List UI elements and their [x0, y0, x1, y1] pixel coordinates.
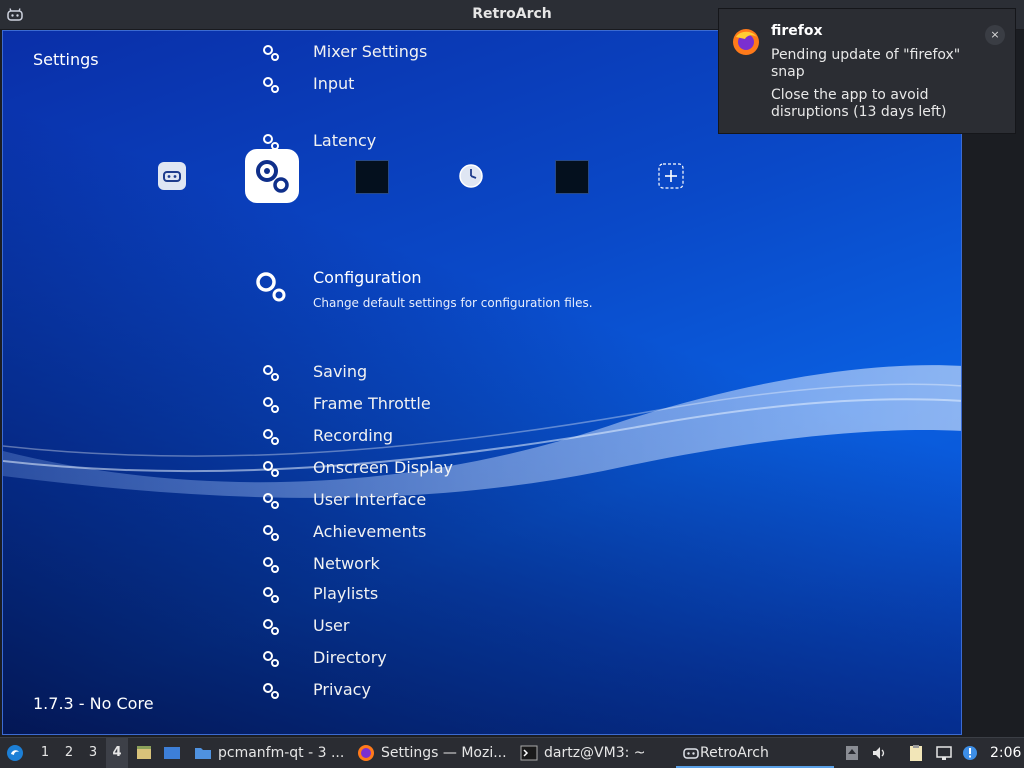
task-retroarch[interactable]: RetroArch: [676, 738, 834, 768]
clipboard-icon[interactable]: [907, 744, 925, 762]
show-desktop-icon[interactable]: [135, 744, 153, 762]
tab-history[interactable]: [458, 163, 484, 189]
menu-item-label: User: [313, 616, 350, 635]
gear-icon: [263, 619, 279, 635]
gear-icon: [263, 397, 279, 413]
gear-icon: [263, 493, 279, 509]
start-menu-icon[interactable]: [6, 744, 24, 762]
workspace-4[interactable]: 4: [106, 738, 128, 768]
terminal-icon: [520, 745, 538, 761]
tab-add[interactable]: [658, 163, 684, 189]
gear-icon: [263, 651, 279, 667]
menu-item-onscreen-display[interactable]: Onscreen Display: [253, 455, 653, 485]
menu-item-user-interface[interactable]: User Interface: [253, 487, 653, 517]
notification-body: Close the app to avoid disruptions (13 d…: [771, 87, 947, 120]
settings-gear-icon: [256, 160, 289, 193]
version-core-label: 1.7.3 - No Core: [33, 694, 154, 713]
menu-item-label: Privacy: [313, 680, 371, 699]
taskbar: 1 2 3 4 pcmanfm-qt - 3 ... Settings — Mo…: [0, 737, 1024, 768]
menu-header-label: Settings: [33, 50, 99, 69]
menu-item-user[interactable]: User: [253, 613, 653, 643]
gear-icon: [263, 587, 279, 603]
volume-icon[interactable]: [871, 744, 889, 762]
gear-icon: [263, 461, 279, 477]
notification-app-name: firefox: [771, 23, 823, 39]
menu-item-recording[interactable]: Recording: [253, 423, 653, 453]
updates-icon[interactable]: [843, 744, 861, 762]
task-label: dartz@VM3: ~: [544, 745, 646, 761]
retroarch-icon: [683, 748, 699, 759]
network-icon[interactable]: [935, 744, 953, 762]
gear-icon: [263, 365, 279, 381]
menu-item-input[interactable]: Input: [253, 71, 653, 101]
workspace-1[interactable]: 1: [34, 738, 56, 768]
menu-item-label: Mixer Settings: [313, 42, 428, 61]
desktop-icon[interactable]: [163, 744, 181, 762]
task-label: Settings — Mozi...: [381, 745, 507, 761]
notification-info-icon[interactable]: [961, 744, 979, 762]
gear-icon: [256, 272, 286, 302]
menu-item-network[interactable]: Network: [253, 551, 653, 581]
menu-item-configuration-selected[interactable]: Configuration Change default settings fo…: [253, 266, 753, 326]
clock[interactable]: 2:06: [990, 738, 1021, 768]
menu-item-frame-throttle[interactable]: Frame Throttle: [253, 391, 653, 421]
notification-summary: Pending update of "firefox" snap: [771, 47, 961, 80]
menu-item-playlists[interactable]: Playlists: [253, 581, 653, 611]
tab-settings[interactable]: [245, 149, 299, 203]
task-label: RetroArch: [700, 745, 769, 761]
menu-item-label: Saving: [313, 362, 368, 381]
task-label: pcmanfm-qt - 3 ...: [218, 745, 345, 761]
add-icon: [658, 163, 684, 189]
menu-item-label: User Interface: [313, 490, 427, 509]
gear-icon: [263, 77, 279, 93]
update-notification[interactable]: firefox Pending update of "firefox" snap…: [718, 8, 1016, 134]
menu-item-label: Onscreen Display: [313, 458, 453, 477]
firefox-icon: [733, 29, 759, 55]
category-tab-bar: [3, 146, 961, 206]
gear-icon: [263, 429, 279, 445]
firefox-icon: [358, 745, 374, 761]
task-terminal[interactable]: dartz@VM3: ~: [520, 738, 646, 768]
menu-item-directory[interactable]: Directory: [253, 645, 653, 675]
tab-favorites-thumbnail[interactable]: [555, 160, 589, 194]
menu-item-privacy[interactable]: Privacy: [253, 677, 653, 707]
task-pcmanfm[interactable]: pcmanfm-qt - 3 ...: [194, 738, 344, 768]
retroarch-main-icon: [163, 171, 181, 182]
menu-item-label: Network: [313, 554, 380, 573]
menu-item-label: Configuration: [313, 268, 422, 287]
menu-item-label: Achievements: [313, 522, 427, 541]
retroarch-menu: Settings 1.7.3 - No Core Mixer Settings …: [2, 30, 962, 735]
menu-item-label: Input: [313, 74, 355, 93]
workspace-3[interactable]: 3: [82, 738, 104, 768]
workspace-2[interactable]: 2: [58, 738, 80, 768]
notification-close-button[interactable]: ×: [985, 25, 1005, 45]
gear-icon: [263, 525, 279, 541]
task-firefox[interactable]: Settings — Mozi...: [357, 738, 507, 768]
gear-icon: [263, 683, 279, 699]
menu-item-sublabel: Change default settings for configuratio…: [313, 296, 593, 310]
menu-item-label: Playlists: [313, 584, 379, 603]
menu-item-achievements[interactable]: Achievements: [253, 519, 653, 549]
gear-icon: [263, 45, 279, 61]
menu-item-label: Recording: [313, 426, 394, 445]
tab-history-thumbnail[interactable]: [355, 160, 389, 194]
menu-item-mixer-settings[interactable]: Mixer Settings: [253, 39, 653, 69]
tab-main-menu[interactable]: [158, 162, 186, 190]
clock-icon: [459, 164, 483, 188]
folder-icon: [195, 748, 211, 759]
menu-item-saving[interactable]: Saving: [253, 359, 653, 389]
menu-item-label: Frame Throttle: [313, 394, 431, 413]
gear-icon: [263, 557, 279, 573]
menu-item-label: Directory: [313, 648, 387, 667]
